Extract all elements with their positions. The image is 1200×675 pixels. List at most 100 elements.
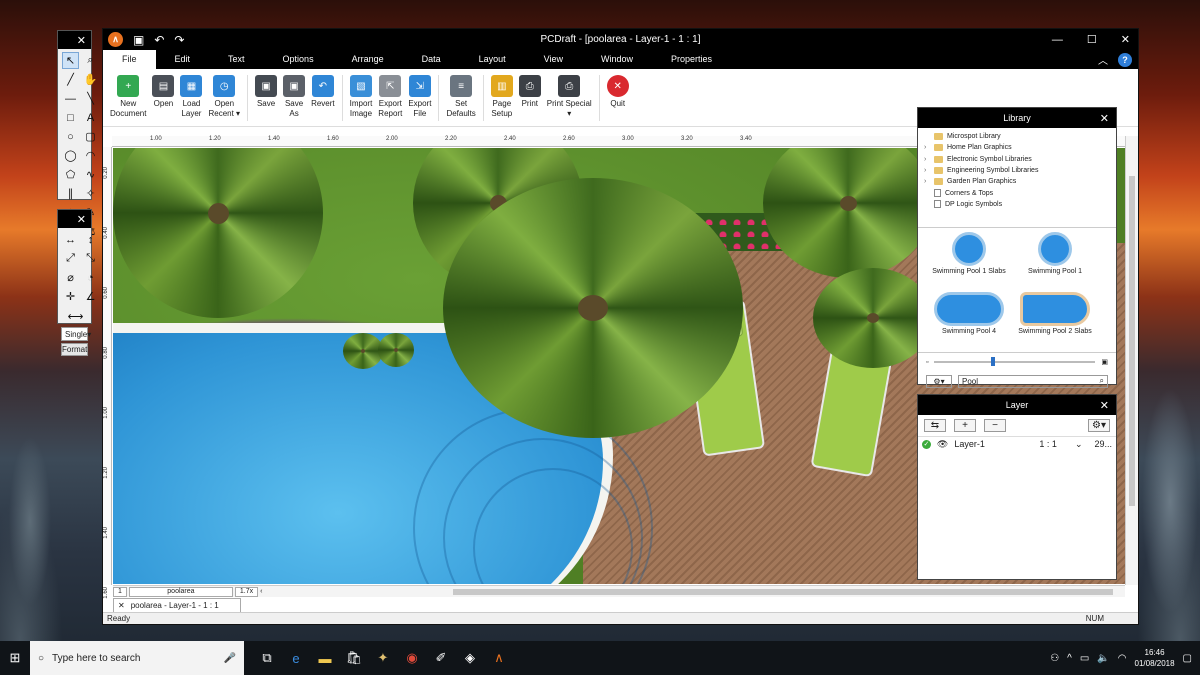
library-tree-item[interactable]: Microspot Library <box>924 131 1116 142</box>
menu-arrange[interactable]: Arrange <box>333 50 403 69</box>
save-button[interactable]: ▣ Save <box>255 75 278 109</box>
zoom-level[interactable]: 1.7x <box>234 586 259 597</box>
start-button[interactable]: ⊞ <box>0 650 30 666</box>
library-tree-item[interactable]: DP Logic Symbols <box>924 199 1116 210</box>
network-icon[interactable]: ▭ <box>1080 653 1089 664</box>
menu-data[interactable]: Data <box>403 50 460 69</box>
vertical-scrollbar[interactable] <box>1125 136 1138 585</box>
menu-window[interactable]: Window <box>582 50 652 69</box>
hand-tool-icon[interactable]: ✋ <box>82 71 99 88</box>
app-icon[interactable]: ✦ <box>374 649 392 667</box>
print-button[interactable]: ⎙ Print <box>518 75 541 109</box>
scroll-thumb[interactable] <box>1129 176 1135 506</box>
clock[interactable]: 16:46 01/08/2018 <box>1135 647 1175 669</box>
merge-layers-button[interactable]: ⇆ <box>924 419 946 432</box>
menu-text[interactable]: Text <box>209 50 264 69</box>
scroll-thumb[interactable] <box>453 589 1113 595</box>
symbol-swimming-pool-1[interactable]: Swimming Pool 1 <box>1012 232 1098 287</box>
show-hidden-icons-icon[interactable]: ^ <box>1067 653 1072 664</box>
visibility-eye-icon[interactable]: 👁 <box>937 439 948 450</box>
large-thumbnail-icon[interactable]: ▣ <box>1101 358 1108 366</box>
polygon-tool-icon[interactable]: ⬠ <box>62 166 79 183</box>
chrome-icon[interactable]: ◉ <box>403 649 421 667</box>
library-tree-item[interactable]: › Garden Plan Graphics <box>924 176 1116 187</box>
wifi-icon[interactable]: ◠ <box>1118 653 1127 664</box>
center-mark-tool-icon[interactable]: ✛ <box>62 288 79 305</box>
remove-layer-button[interactable]: − <box>984 419 1006 432</box>
app-icon[interactable]: ◈ <box>461 649 479 667</box>
diameter-tool-icon[interactable]: ⌀ <box>62 269 79 286</box>
palm-tree[interactable] <box>813 268 933 368</box>
agave-plant[interactable] <box>378 333 414 367</box>
loadlayer-button[interactable]: ▦ Load Layer <box>180 75 203 119</box>
freehand-tool-icon[interactable]: ∿ <box>82 166 99 183</box>
save-quick-icon[interactable]: ▣ <box>133 33 144 47</box>
star-tool-icon[interactable]: ✧ <box>82 185 99 202</box>
maximize-button[interactable]: ☐ <box>1087 33 1097 46</box>
people-icon[interactable]: ⚇ <box>1050 653 1059 664</box>
file-explorer-icon[interactable]: ▬ <box>316 649 334 667</box>
add-layer-button[interactable]: + <box>954 419 976 432</box>
volume-icon[interactable]: 🔈 <box>1097 653 1109 664</box>
symbol-swimming-pool-4[interactable]: Swimming Pool 4 <box>926 292 1012 347</box>
scroll-left-icon[interactable]: ‹ <box>260 588 262 595</box>
close-panel-icon[interactable]: ✕ <box>1100 112 1109 125</box>
help-icon[interactable]: ? <box>1118 52 1132 67</box>
thumbnail-size-slider[interactable] <box>934 357 1096 366</box>
format-button[interactable]: Format <box>61 343 88 356</box>
edge-browser-icon[interactable]: e <box>287 649 305 667</box>
line-tool-icon[interactable]: ╱ <box>62 71 79 88</box>
text-tool-icon[interactable]: A <box>82 109 99 126</box>
line-weight-icon[interactable]: ⟷ <box>61 308 90 325</box>
symbol-swimming-pool-2-slabs[interactable]: Swimming Pool 2 Slabs <box>1012 292 1098 347</box>
revert-button[interactable]: ↶ Revert <box>311 75 335 109</box>
setdefaults-button[interactable]: ≡ Set Defaults <box>446 75 476 119</box>
print-special-button[interactable]: ⎙ Print Special ▾ <box>547 75 592 119</box>
palette-close-icon[interactable]: ✕ <box>58 210 91 228</box>
pcdraft-taskbar-icon[interactable]: ∧ <box>490 649 508 667</box>
openrecent-button[interactable]: ◷ Open Recent ▾ <box>208 75 240 119</box>
minimize-button[interactable]: — <box>1052 34 1063 46</box>
paint-app-icon[interactable]: ✐ <box>432 649 450 667</box>
expand-arrow-icon[interactable]: › <box>924 156 930 163</box>
parallel-line-tool-icon[interactable]: ∥ <box>62 185 79 202</box>
library-tree-item[interactable]: Corners & Tops <box>924 187 1116 198</box>
active-check-icon[interactable]: ✓ <box>922 439 931 449</box>
document-tab[interactable]: ✕ poolarea - Layer-1 - 1 : 1 <box>113 598 241 612</box>
horizontal-scrollbar[interactable]: 1 poolarea 1.7x ‹ <box>113 585 1125 597</box>
collapse-ribbon-icon[interactable]: ︿ <box>1098 52 1108 67</box>
undo-icon[interactable]: ↶ <box>154 33 164 47</box>
open-button[interactable]: ▤ Open <box>152 75 175 109</box>
zoom-tool-icon[interactable]: ⌕ <box>82 52 99 69</box>
taskbar-search-input[interactable]: ○ Type here to search 🎤 <box>30 641 244 675</box>
newdocument-button[interactable]: + New Document <box>110 75 146 119</box>
perp-dimension-tool-icon[interactable]: ⤡ <box>82 250 99 267</box>
symbol-swimming-pool-1-slabs[interactable]: Swimming Pool 1 Slabs <box>926 232 1012 287</box>
v-dimension-tool-icon[interactable]: ↕ <box>82 231 99 248</box>
chevron-down-icon[interactable]: ⌄ <box>1075 439 1083 450</box>
expand-arrow-icon[interactable]: › <box>924 144 930 151</box>
slope-dimension-tool-icon[interactable]: ⤢ <box>62 250 79 267</box>
layer-row[interactable]: ✓ 👁 Layer-1 1 : 1 ⌄ 29... <box>918 437 1116 451</box>
pointer-tool-icon[interactable]: ↖ <box>62 52 79 69</box>
pagesetup-button[interactable]: ▥ Page Setup <box>490 75 513 119</box>
page-number[interactable]: 1 <box>113 586 127 597</box>
notifications-icon[interactable]: ▢ <box>1183 653 1192 664</box>
circle-tool-icon[interactable]: ○ <box>62 128 79 145</box>
exportreport-button[interactable]: ⇱ Export Report <box>378 75 402 119</box>
exportfile-button[interactable]: ⇲ Export File <box>408 75 431 119</box>
palm-tree[interactable] <box>443 178 743 438</box>
menu-properties[interactable]: Properties <box>652 50 731 69</box>
agave-plant[interactable] <box>343 333 383 369</box>
store-icon[interactable]: 🛍 <box>345 649 363 667</box>
radius-tool-icon[interactable]: ◔ <box>82 269 99 286</box>
library-tree-item[interactable]: › Engineering Symbol Libraries <box>924 165 1116 176</box>
slider-knob[interactable] <box>990 357 995 366</box>
menu-layout[interactable]: Layout <box>460 50 525 69</box>
layer-scale[interactable]: 1 : 1 <box>1039 439 1069 449</box>
importimage-button[interactable]: ▧ Import Image <box>350 75 372 119</box>
app-logo-icon[interactable]: ∧ <box>108 32 123 47</box>
menu-file[interactable]: File <box>103 50 156 69</box>
menu-view[interactable]: View <box>525 50 582 69</box>
ellipse-tool-icon[interactable]: ◯ <box>62 147 79 164</box>
